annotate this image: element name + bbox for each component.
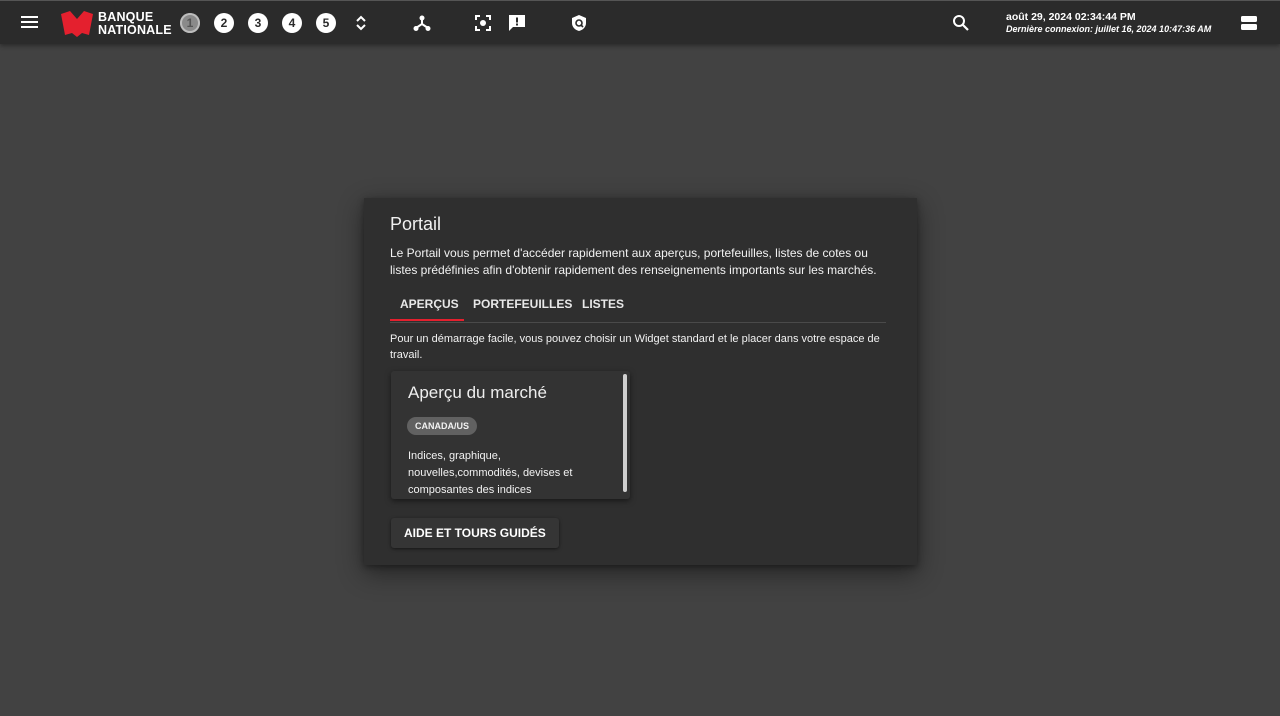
region-chip: CANADA/US	[407, 417, 477, 435]
security-shield-icon[interactable]	[569, 13, 589, 33]
portal-tabs: APERÇUS PORTEFEUILLES LISTES	[390, 290, 886, 323]
brand-logo[interactable]: BANQUE NATIONALE	[60, 10, 172, 38]
feedback-icon[interactable]	[507, 13, 527, 33]
workspace-4-button[interactable]: 4	[282, 13, 302, 33]
workspace-5-button[interactable]: 5	[316, 13, 336, 33]
brand-name: BANQUE NATIONALE	[98, 11, 172, 36]
search-icon[interactable]	[951, 13, 971, 33]
menu-icon[interactable]	[20, 14, 40, 30]
profile-toggle-icon[interactable]	[1239, 13, 1259, 33]
network-icon[interactable]	[412, 13, 432, 33]
top-bar: BANQUE NATIONALE 1 2 3 4 5 août 29, 2024…	[0, 0, 1280, 44]
brand-flag-icon	[61, 11, 93, 37]
screenshot-icon[interactable]	[473, 13, 493, 33]
help-tours-button[interactable]: AIDE ET TOURS GUIDÉS	[391, 518, 559, 548]
tab-apercus[interactable]: APERÇUS	[400, 297, 459, 311]
workspace-3-button[interactable]: 3	[248, 13, 268, 33]
portal-description: Le Portail vous permet d'accéder rapidem…	[390, 246, 877, 277]
card-scrollbar[interactable]	[623, 374, 627, 492]
datetime-display: août 29, 2024 02:34:44 PM Dernière conne…	[1006, 11, 1211, 35]
last-login: Dernière connexion: juillet 16, 2024 10:…	[1006, 24, 1212, 34]
tab-listes[interactable]: LISTES	[582, 297, 624, 311]
market-overview-card[interactable]: Aperçu du marché CANADA/US Indices, grap…	[391, 371, 630, 499]
workspace-1-button[interactable]: 1	[180, 13, 200, 33]
portal-dialog: Portail Le Portail vous permet d'accéder…	[364, 198, 917, 565]
brand-line-2: NATIONALE	[98, 22, 172, 37]
brand-line-1: BANQUE	[98, 10, 154, 24]
card-description: Indices, graphique, nouvelles,commodités…	[408, 450, 573, 496]
workspace-2-button[interactable]: 2	[214, 13, 234, 33]
current-datetime: août 29, 2024 02:34:44 PM	[1006, 11, 1136, 23]
card-title: Aperçu du marché	[408, 383, 547, 402]
tab-portefeuilles[interactable]: PORTEFEUILLES	[473, 297, 572, 311]
active-tab-indicator	[390, 319, 464, 321]
expand-collapse-icon[interactable]	[351, 13, 371, 33]
portal-title: Portail	[390, 214, 442, 234]
tab-description: Pour un démarrage facile, vous pouvez ch…	[390, 333, 880, 361]
